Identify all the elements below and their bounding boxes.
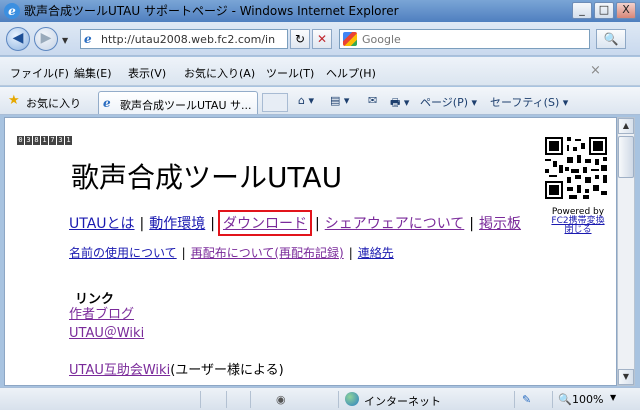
window-title: 歌声合成ツールUTAU サポートページ - Windows Internet E… (24, 4, 399, 18)
status-divider (514, 391, 515, 408)
counter-digit: 3 (25, 136, 32, 145)
link-utau-gojokai-wiki[interactable]: UTAU互助会Wiki (69, 363, 170, 378)
status-bar: ◉ インターネット ✎ 🔍 100% ▼ (0, 387, 640, 410)
counter-digit: 8 (33, 136, 40, 145)
counter-digit: 3 (57, 136, 64, 145)
menu-close-icon[interactable]: × (590, 63, 601, 78)
counter-digit: 1 (41, 136, 48, 145)
protected-mode-icon[interactable]: ✎ (522, 393, 531, 406)
menu-file[interactable]: ファイル(F) (10, 65, 69, 81)
menu-bar: ファイル(F) 編集(E) 表示(V) お気に入り(A) ツール(T) ヘルプ(… (0, 57, 640, 86)
vertical-scrollbar[interactable]: ▲ ▼ (617, 117, 635, 386)
menu-view[interactable]: 表示(V) (128, 65, 166, 81)
nav-download[interactable]: ダウンロード (223, 216, 307, 232)
list-item: 作者ブログ (69, 305, 284, 324)
counter-digit: 0 (17, 136, 24, 145)
nav-bbs[interactable]: 掲示板 (479, 216, 521, 232)
status-divider (250, 391, 251, 408)
stop-button[interactable]: ✕ (312, 29, 332, 49)
nav-shareware[interactable]: シェアウェアについて (325, 216, 465, 232)
back-arrow-icon: ◀ (12, 30, 24, 46)
zoom-level[interactable]: 100% (572, 393, 603, 406)
menu-edit[interactable]: 編集(E) (74, 65, 112, 81)
qr-code-image (543, 135, 609, 201)
nav-requirements[interactable]: 動作環境 (149, 216, 205, 232)
nav-separator: | (469, 216, 475, 232)
forward-arrow-icon: ▶ (40, 30, 52, 46)
nav-utau-about[interactable]: UTAUとは (69, 216, 135, 232)
subnav-name-usage[interactable]: 名前の使用について (69, 246, 177, 260)
menu-tools[interactable]: ツール(T) (266, 65, 314, 81)
scroll-down-icon[interactable]: ▼ (618, 369, 634, 385)
status-divider (338, 391, 339, 408)
history-dropdown-icon[interactable]: ▼ (62, 36, 68, 45)
zoom-icon[interactable]: 🔍 (558, 393, 572, 406)
access-counter: 0 3 8 1 7 3 1 (17, 136, 72, 145)
mail-button[interactable]: ✉ (368, 94, 377, 107)
page-viewport: 0 3 8 1 7 3 1 歌声合成ツールUTAU UTAUとは | 動作環境 | ダウ… (4, 117, 617, 386)
back-button[interactable]: ◀ (6, 27, 30, 51)
nav-separator: | (210, 216, 215, 232)
counter-digit: 7 (49, 136, 56, 145)
maximize-button[interactable]: □ (594, 2, 614, 19)
ie-logo-icon: e (4, 3, 20, 19)
tab-label: 歌声合成ツールUTAU サ... (120, 99, 252, 112)
qr-caption: Powered by FC2携帯変換 閉じる (545, 208, 611, 235)
scroll-thumb[interactable] (618, 136, 634, 178)
security-zone-label: インターネット (364, 395, 441, 408)
title-bar: e 歌声合成ツールUTAU サポートページ - Windows Internet… (0, 0, 640, 22)
forward-button[interactable]: ▶ (34, 27, 58, 51)
links-list: 作者ブログ UTAU＠Wiki UTAU互助会Wiki(ユーザー様による) (69, 305, 284, 380)
refresh-button[interactable]: ↻ (290, 29, 310, 49)
subnav-contact[interactable]: 連絡先 (358, 246, 394, 260)
search-button[interactable]: 🔍 (596, 29, 626, 49)
nav-separator: | (314, 216, 320, 232)
link-utau-wiki[interactable]: UTAU＠Wiki (69, 326, 144, 341)
feeds-button[interactable]: ▤ ▾ (330, 94, 349, 107)
nav-separator: | (181, 246, 186, 260)
search-box[interactable] (339, 29, 590, 49)
minimize-button[interactable]: _ (572, 2, 592, 19)
scroll-up-icon[interactable]: ▲ (618, 118, 634, 134)
google-icon (343, 32, 357, 46)
nav-separator: | (348, 246, 353, 260)
page-icon: e (84, 32, 92, 46)
download-highlight-box: ダウンロード (217, 210, 312, 236)
home-button[interactable]: ⌂ ▾ (298, 94, 314, 107)
favorites-star-icon[interactable]: ★ (8, 93, 20, 108)
safety-menu-button[interactable]: セーフティ(S) ▾ (490, 94, 568, 110)
close-button[interactable]: X (616, 2, 636, 19)
internet-zone-globe-icon (345, 392, 359, 406)
page-menu-button[interactable]: ページ(P) ▾ (420, 94, 477, 110)
status-divider (552, 391, 553, 408)
address-toolbar: ◀ ▶ ▼ e http://utau2008.web.fc2.com/in ↻… (0, 22, 640, 56)
link-suffix: (ユーザー様による) (170, 363, 284, 378)
main-nav: UTAUとは | 動作環境 | ダウンロード | シェアウェアについて | 掲示板 (69, 210, 521, 236)
menu-help[interactable]: ヘルプ(H) (326, 65, 376, 81)
menu-favorites[interactable]: お気に入り(A) (184, 65, 255, 81)
privacy-eye-icon[interactable]: ◉ (276, 393, 286, 406)
search-input[interactable] (362, 32, 582, 46)
print-button[interactable]: 🖶 ▾ (390, 94, 409, 113)
page-title: 歌声合成ツールUTAU (71, 161, 343, 194)
subnav-redistribution[interactable]: 再配布について(再配布記録) (191, 246, 344, 260)
link-author-blog[interactable]: 作者ブログ (69, 307, 134, 322)
new-tab-button[interactable] (262, 93, 288, 112)
favorites-bar: ★ お気に入り e 歌声合成ツールUTAU サ... ⌂ ▾ ▤ ▾ ✉ 🖶 ▾… (0, 87, 640, 115)
sub-nav: 名前の使用について | 再配布について(再配布記録) | 連絡先 (69, 244, 394, 261)
favorites-button[interactable]: お気に入り (26, 95, 81, 111)
status-divider (200, 391, 201, 408)
list-item: UTAU＠Wiki (69, 324, 284, 343)
zoom-dropdown-icon[interactable]: ▼ (610, 393, 616, 402)
nav-separator: | (139, 216, 145, 232)
address-bar[interactable]: e http://utau2008.web.fc2.com/in (80, 29, 288, 49)
page-icon: e (103, 96, 111, 110)
address-url[interactable]: http://utau2008.web.fc2.com/in (101, 33, 285, 46)
status-divider (226, 391, 227, 408)
counter-digit: 1 (65, 136, 72, 145)
list-item: UTAU互助会Wiki(ユーザー様による) (69, 361, 284, 380)
tab-current[interactable]: e 歌声合成ツールUTAU サ... (98, 91, 258, 114)
qr-close-link[interactable]: 閉じる (545, 226, 611, 235)
